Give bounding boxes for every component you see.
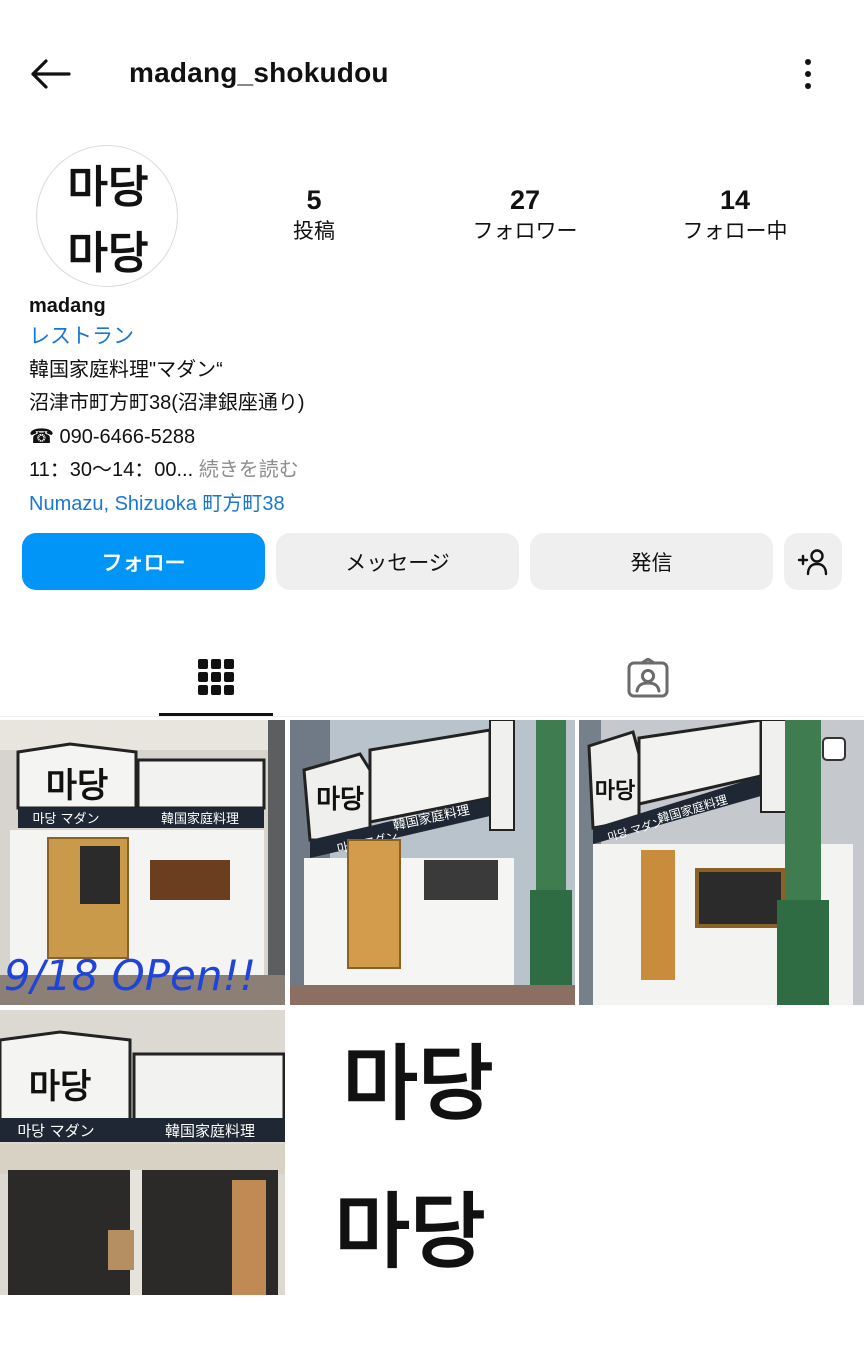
calligraphy-text-top: 마당 — [343, 1037, 494, 1132]
sign-logo: 마당 — [46, 766, 109, 806]
multi-photo-icon — [822, 737, 846, 761]
more-vertical-icon — [805, 59, 811, 89]
profile-avatar[interactable]: 마당 마당 — [36, 145, 178, 287]
bio-line-2: 沼津市町方町38(沼津銀座通り) — [29, 392, 305, 414]
storefront-photo: 마당 마당 マダン 韓国家庭料理 — [0, 1010, 285, 1295]
followers-count: 27 — [509, 185, 541, 215]
post-thumbnail-1[interactable]: 마당 마당 マダン 韓国家庭料理 9/18 OPen!! — [0, 720, 285, 1005]
profile-username: madang_shokudou — [129, 57, 389, 88]
message-button[interactable]: メッセージ — [276, 533, 519, 590]
profile-screen: { "header": { "username": "madang_shokud… — [0, 0, 864, 1346]
suggested-users-button[interactable] — [784, 533, 842, 590]
sign-right: 韓国家庭料理 — [165, 1122, 255, 1140]
sign-logo: 마당 — [595, 779, 635, 804]
bio-hours: 11：30〜14：00... — [29, 459, 194, 481]
storefront-photo: 마당 마당 マダン 韓国家庭料理 9/18 OPen!! — [0, 720, 285, 1005]
bio-line-1: 韓国家庭料理"マダン“ — [29, 358, 223, 381]
calligraphy-image: 마당 마당 — [290, 1010, 575, 1295]
add-person-icon — [797, 548, 828, 575]
following-label: フォロー中 — [682, 220, 788, 243]
tabs-divider — [0, 716, 864, 717]
profile-bio: madang レストラン 韓国家庭料理"マダン“ 沼津市町方町38(沼津銀座通り… — [29, 292, 829, 521]
post-thumbnail-5[interactable]: 마당 마당 — [290, 1010, 575, 1295]
avatar-text-bottom: 마당 — [68, 228, 149, 279]
avatar-image: 마당 마당 — [68, 162, 149, 279]
open-date-overlay: 9/18 OPen!! — [4, 951, 256, 1000]
arrow-left-icon — [31, 59, 71, 89]
storefront-photo: 마당 마당 マダン 韓国家庭料理 — [579, 720, 864, 1005]
tab-tagged[interactable] — [591, 640, 705, 716]
category-link[interactable]: レストラン — [29, 320, 829, 354]
top-bar: madang_shokudou — [0, 40, 864, 108]
stat-following[interactable]: 14 フォロー中 — [655, 183, 815, 247]
avatar-text-top: 마당 — [68, 162, 149, 213]
tagged-person-icon — [627, 658, 669, 698]
posts-count: 5 — [306, 185, 322, 215]
follow-button[interactable]: フォロー — [22, 533, 265, 590]
post-thumbnail-3[interactable]: 마당 마당 マダン 韓国家庭料理 — [579, 720, 864, 1005]
sign-logo: 마당 — [316, 785, 364, 815]
posts-label: 投稿 — [293, 220, 335, 243]
call-button[interactable]: 発信 — [530, 533, 773, 590]
calligraphy-text-bottom: 마당 — [335, 1185, 486, 1280]
following-count: 14 — [719, 185, 751, 215]
read-more-link[interactable]: 続きを読む — [193, 459, 299, 481]
grid-icon — [198, 658, 234, 695]
tab-posts-grid[interactable] — [159, 640, 273, 716]
bio-hours-line: 11：30〜14：00... 続きを読む — [29, 454, 829, 488]
sign-logo: 마당 — [29, 1067, 92, 1107]
sign-sub: 마당 マダン — [17, 1122, 94, 1140]
post-thumbnail-2[interactable]: 마당 마당 マダン 韓国家庭料理 — [290, 720, 575, 1005]
stat-followers[interactable]: 27 フォロワー — [445, 183, 605, 247]
sign-right: 韓国家庭料理 — [161, 811, 239, 827]
followers-label: フォロワー — [472, 220, 578, 243]
location-link[interactable]: Numazu, Shizuoka 町方町38 — [29, 488, 829, 522]
storefront-photo: 마당 마당 マダン 韓国家庭料理 — [290, 720, 575, 1005]
display-name: madang — [29, 295, 106, 317]
stat-posts[interactable]: 5 投稿 — [234, 183, 394, 247]
more-options-button[interactable] — [788, 52, 828, 96]
sign-sub: 마당 マダン — [32, 812, 99, 827]
post-thumbnail-4[interactable]: 마당 마당 マダン 韓国家庭料理 — [0, 1010, 285, 1295]
back-button[interactable] — [24, 52, 76, 96]
bio-line-3: ☎ 090-6466-5288 — [29, 425, 196, 448]
